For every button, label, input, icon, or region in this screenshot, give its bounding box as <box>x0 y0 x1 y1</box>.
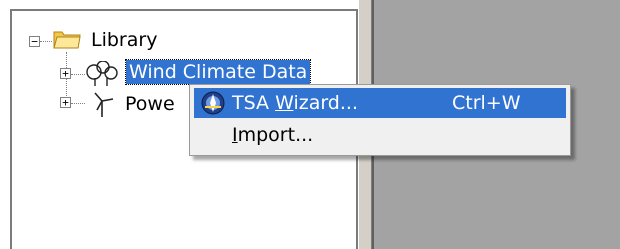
tree-connector <box>40 41 52 42</box>
tsa-wizard-icon <box>201 91 225 115</box>
menu-item-import[interactable]: Import... <box>194 120 566 150</box>
tree-connector <box>71 103 85 104</box>
menu-item-label: Import... <box>232 124 314 146</box>
tree-node-power[interactable]: Powe <box>125 92 175 116</box>
tree-connector <box>71 74 85 75</box>
tree-icon <box>86 61 118 86</box>
collapse-library-button[interactable]: − <box>29 36 40 47</box>
expand-power-curve-button[interactable]: + <box>60 97 71 108</box>
context-menu: TSA Wizard... Ctrl+W Import... <box>189 84 571 156</box>
menu-item-tsa-wizard[interactable]: TSA Wizard... Ctrl+W <box>194 88 566 118</box>
menu-item-shortcut: Ctrl+W <box>452 92 521 114</box>
wind-turbine-icon <box>94 92 114 117</box>
tree-node-library[interactable]: Library <box>91 28 157 52</box>
folder-icon <box>53 31 81 49</box>
tree-node-wind-climate-data[interactable]: Wind Climate Data <box>124 59 312 85</box>
menu-item-label: TSA Wizard... <box>232 92 358 114</box>
expand-wind-climate-data-button[interactable]: + <box>60 68 71 79</box>
